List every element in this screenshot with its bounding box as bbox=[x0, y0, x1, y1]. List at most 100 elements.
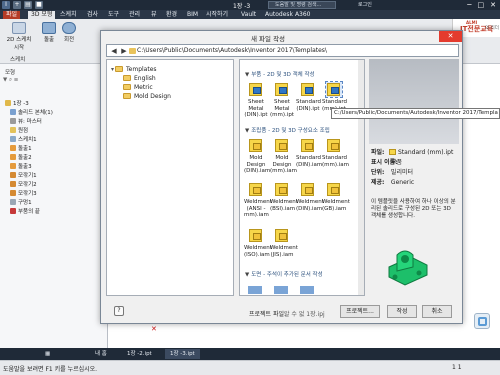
address-bar[interactable]: ◀ ▶ C:\Users\Public\Documents\Autodesk\I… bbox=[106, 44, 459, 57]
fillet-icon bbox=[10, 181, 16, 187]
doc-tab-part2[interactable]: 1장 -2.ipt bbox=[122, 349, 157, 359]
minimize-button[interactable]: ─ bbox=[467, 1, 471, 9]
extrude-button[interactable]: 돌출 bbox=[40, 22, 58, 43]
template-item[interactable]: Standard (DIN).ipt bbox=[296, 82, 321, 112]
dialog-close-button[interactable]: ✕ bbox=[439, 31, 462, 42]
template-item[interactable]: Weldment (GB).iam bbox=[322, 182, 350, 212]
tab-a360[interactable]: Autodesk A360 bbox=[262, 11, 314, 19]
tab-sketch[interactable]: 스케치 bbox=[57, 11, 80, 19]
tree-item-extrude1[interactable]: 돌출1 bbox=[10, 145, 32, 153]
tree-folder-mold-design[interactable]: Mold Design bbox=[123, 93, 171, 101]
part-template-icon bbox=[274, 82, 290, 97]
tree-item-solid-bodies[interactable]: 솔리드 본체(1) bbox=[10, 109, 53, 117]
tree-item-extrude3[interactable]: 돌출3 bbox=[10, 163, 32, 171]
info-std-label: 제공: bbox=[371, 179, 385, 186]
template-item[interactable]: Weldment (ANSI - mm).iam bbox=[244, 182, 272, 219]
tree-item-fillet3[interactable]: 모깎기3 bbox=[10, 190, 37, 198]
tree-item-label: 돌출1 bbox=[18, 146, 32, 152]
help-button[interactable]: ? bbox=[114, 306, 124, 316]
tab-view[interactable]: 뷰 bbox=[148, 11, 160, 19]
forward-arrow-icon[interactable]: ▶ bbox=[119, 46, 129, 56]
start-2d-sketch-button[interactable]: 2D 스케치 시작 bbox=[4, 22, 34, 51]
tree-item-view[interactable]: 뷰: 마스터 bbox=[10, 118, 42, 126]
tree-folder-templates[interactable]: ▾ Templates bbox=[111, 66, 157, 74]
part-template-icon bbox=[325, 81, 343, 98]
tree-item-origin[interactable]: 원점 bbox=[10, 127, 28, 135]
navigation-bar[interactable] bbox=[474, 313, 490, 329]
part-file-icon bbox=[389, 149, 396, 155]
tab-3d-model[interactable]: 3D 모형 bbox=[28, 11, 56, 19]
assembly-template-icon bbox=[248, 138, 264, 153]
tree-item-sketch1[interactable]: 스케치1 bbox=[10, 136, 37, 144]
create-button[interactable]: 작성 bbox=[387, 305, 417, 318]
section-header-part[interactable]: ▼ 부품 - 2D 및 3D 객체 작성 bbox=[245, 70, 315, 78]
tree-item-extrude2[interactable]: 돌출2 bbox=[10, 154, 32, 162]
tree-item-fillet2[interactable]: 모깎기2 bbox=[10, 181, 37, 189]
template-item[interactable]: Sheet Metal (mm).ipt bbox=[270, 82, 294, 119]
tree-item-label: 1장 -3 bbox=[13, 101, 29, 107]
tab-environment[interactable]: 환경 bbox=[163, 11, 180, 19]
doc-tab-part3[interactable]: 1장 -3.ipt bbox=[165, 349, 200, 359]
template-item[interactable]: Standard (mm).iam bbox=[322, 138, 349, 168]
save-icon[interactable]: ■ bbox=[35, 1, 43, 9]
template-item[interactable]: Weldment (ISO).iam bbox=[244, 228, 272, 258]
revolve-icon bbox=[62, 22, 76, 34]
tree-folder-english[interactable]: English bbox=[123, 75, 156, 83]
filter-icon[interactable]: ▼ ⌕ ≡ bbox=[3, 77, 18, 84]
extrude-icon bbox=[10, 163, 16, 169]
origin-marker-icon: ✕ bbox=[151, 325, 157, 333]
close-window-button[interactable]: ✕ bbox=[490, 1, 496, 9]
info-provider: 제공: Generic bbox=[371, 179, 414, 187]
tree-item-hole1[interactable]: 구멍1 bbox=[10, 199, 32, 207]
section-header-drawing[interactable]: ▼ 도면 - 주석이 추가된 문서 작성 bbox=[245, 270, 323, 278]
new-file-icon[interactable]: + bbox=[13, 1, 21, 9]
tree-item-end-of-part[interactable]: 부품의 끝 bbox=[10, 208, 40, 216]
maximize-button[interactable]: □ bbox=[478, 1, 485, 9]
tab-get-started[interactable]: 시작하기 bbox=[203, 11, 231, 19]
tab-bim[interactable]: BIM bbox=[184, 11, 201, 19]
template-list-scrollbar[interactable] bbox=[358, 60, 364, 295]
template-item[interactable]: Mold Design (DIN).iam bbox=[244, 138, 270, 175]
template-item[interactable]: Mold Design (mm).iam bbox=[270, 138, 297, 175]
sign-in-link[interactable]: 로그인 bbox=[358, 1, 372, 8]
doc-tab-home[interactable]: 내 홈 bbox=[90, 349, 112, 359]
grid-icon[interactable]: ▦ bbox=[40, 349, 55, 359]
tree-item-label: 모깎기3 bbox=[18, 191, 37, 197]
tree-item-fillet1[interactable]: 모깎기1 bbox=[10, 172, 37, 180]
back-arrow-icon[interactable]: ◀ bbox=[109, 46, 119, 56]
hole-icon bbox=[10, 199, 16, 205]
tab-file[interactable]: 파일 bbox=[3, 11, 21, 19]
tab-manage[interactable]: 관리 bbox=[126, 11, 143, 19]
template-label: Weldment (DIN).iam bbox=[296, 199, 324, 212]
info-description: 이 템플릿을 사용하여 하나 이상의 분리된 솔리드로 구성된 2D 또는 3D… bbox=[371, 199, 456, 219]
open-file-icon[interactable]: ▤ bbox=[24, 1, 32, 9]
revolve-label: 회전 bbox=[63, 37, 75, 43]
template-item[interactable]: Sheet Metal (DIN).ipt bbox=[244, 82, 268, 119]
folder-icon bbox=[115, 66, 124, 72]
template-item[interactable]: Weldment (JIS).iam bbox=[270, 228, 298, 258]
revolve-button[interactable]: 회전 bbox=[60, 22, 78, 43]
template-item[interactable]: Weldment (DIN).iam bbox=[296, 182, 324, 212]
tree-folder-metric[interactable]: Metric bbox=[123, 84, 153, 92]
document-tab-bar: ▦ 내 홈 1장 -2.ipt 1장 -3.ipt bbox=[0, 348, 500, 360]
ribbon-tab-bar: 파일 3D 모형 스케치 검사 도구 관리 뷰 환경 BIM 시작하기 Vaul… bbox=[0, 10, 500, 19]
app-logo-icon[interactable]: I bbox=[2, 1, 10, 9]
tree-item-label: 돌출2 bbox=[18, 155, 32, 161]
search-placeholder: 도움말 및 명령 검색... bbox=[275, 2, 322, 8]
view-icon bbox=[10, 118, 16, 124]
extrude-label: 돌출 bbox=[43, 37, 55, 43]
tab-vault[interactable]: Vault bbox=[238, 11, 259, 19]
tree-folder-label: Templates bbox=[126, 66, 157, 73]
cancel-button[interactable]: 취소 bbox=[422, 305, 452, 318]
tree-item-label: 모깎기2 bbox=[18, 182, 37, 188]
projects-button[interactable]: 프로젝트... bbox=[340, 305, 380, 318]
help-search-input[interactable]: 도움말 및 명령 검색... bbox=[268, 1, 336, 9]
tab-tools[interactable]: 도구 bbox=[105, 11, 122, 19]
tree-item-root[interactable]: 1장 -3 bbox=[5, 100, 29, 108]
template-item[interactable]: Weldment (BSI).iam bbox=[270, 182, 298, 212]
template-item[interactable]: Standard (DIN).iam bbox=[296, 138, 322, 168]
tab-inspect[interactable]: 검사 bbox=[84, 11, 101, 19]
steering-wheel-icon bbox=[478, 317, 487, 326]
preview-image bbox=[369, 59, 459, 144]
section-header-assembly[interactable]: ▼ 조립품 - 2D 및 3D 구성요소 조립 bbox=[245, 126, 330, 134]
